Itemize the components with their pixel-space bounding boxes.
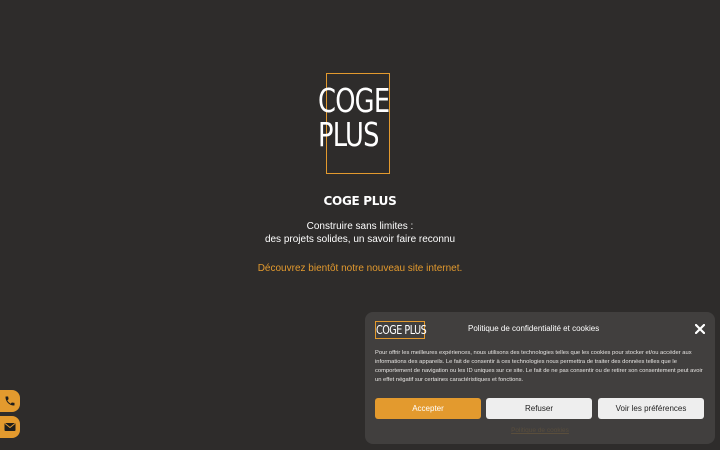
tagline-line-2: des projets solides, un savoir faire rec… — [264, 234, 456, 245]
logo-line-2: PLUS — [318, 115, 379, 154]
cookie-banner-title: Politique de confidentialité et cookies — [468, 324, 600, 333]
cookie-policy-link[interactable]: Politique de cookies — [365, 427, 715, 434]
close-button[interactable] — [693, 322, 707, 336]
preferences-button[interactable]: Voir les préférences — [598, 398, 704, 419]
cookie-banner: COGE PLUS Politique de confidentialité e… — [365, 312, 715, 444]
logo: COGE PLUS — [318, 81, 390, 154]
tagline: Construire sans limites : des projets so… — [0, 220, 720, 246]
refuse-button[interactable]: Refuser — [486, 398, 592, 419]
accept-button[interactable]: Accepter — [375, 398, 481, 419]
coming-soon-text: Découvrez bientôt notre nouveau site int… — [257, 263, 463, 274]
tagline-line-1: Construire sans limites : — [306, 221, 414, 232]
email-button[interactable] — [0, 416, 20, 438]
close-icon — [695, 324, 705, 334]
cookie-banner-logo: COGE PLUS — [375, 321, 427, 339]
cookie-logo-text: COGE PLUS — [376, 323, 427, 337]
phone-icon — [5, 396, 15, 406]
cookie-banner-text: Pour offrir les meilleures expériences, … — [375, 350, 703, 383]
phone-button[interactable] — [0, 390, 20, 412]
envelope-icon — [4, 423, 16, 431]
brand-name: COGE PLUS — [323, 194, 397, 208]
logo-line-1: COGE — [318, 81, 390, 120]
